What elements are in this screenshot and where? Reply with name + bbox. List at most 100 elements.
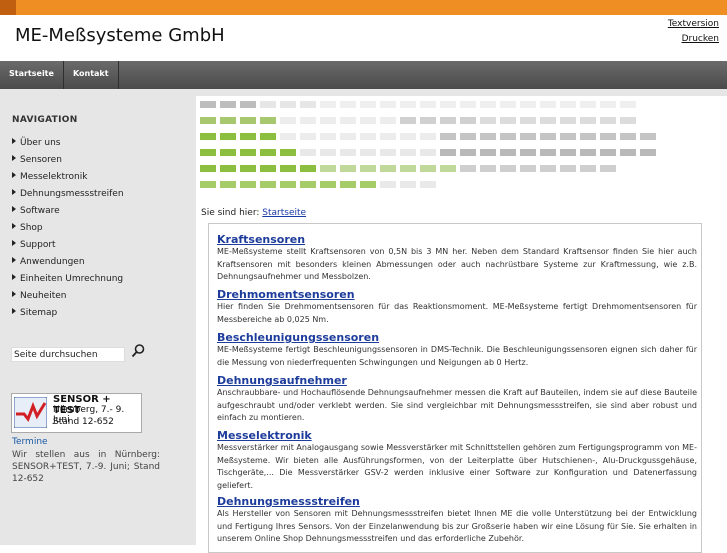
banner-tile (280, 133, 296, 140)
banner-tile (560, 133, 576, 140)
top-links: Textversion Drucken (668, 17, 719, 47)
banner-tile (520, 149, 536, 156)
banner-tile (600, 149, 616, 156)
section-title-link[interactable]: Dehnungsaufnehmer (217, 374, 697, 387)
banner-tile (320, 117, 336, 124)
section-title-link[interactable]: Messelektronik (217, 429, 697, 442)
banner-tile (220, 165, 236, 172)
sidebar-item-einheiten[interactable]: Einheiten Umrechnung (12, 273, 124, 290)
banner-tile (240, 181, 256, 188)
nav-kontakt[interactable]: Kontakt (64, 61, 119, 89)
banner-tile (440, 133, 456, 140)
section-dehnungsaufnehmer: Dehnungsaufnehmer Anschraubbare- und Hoc… (217, 374, 697, 425)
banner-tile (560, 117, 576, 124)
banner-tile (500, 117, 516, 124)
banner-tile (200, 117, 216, 124)
banner-tile (300, 165, 316, 172)
arrow-right-icon (12, 189, 16, 195)
sidebar-item-anwendungen[interactable]: Anwendungen (12, 256, 124, 273)
termine-text: Wir stellen aus in Nürnberg: SENSOR+TEST… (12, 450, 160, 484)
banner-tile (280, 101, 296, 108)
banner-tile (220, 133, 236, 140)
banner-tile (580, 165, 596, 172)
header: ME-Meßsysteme GmbH Textversion Drucken (0, 15, 727, 61)
textversion-link[interactable]: Textversion (668, 17, 719, 32)
banner-tile (240, 117, 256, 124)
section-beschleunigungssensoren: Beschleunigungssensoren ME-Meßsysteme fe… (217, 331, 697, 369)
event-banner[interactable]: SENSOR + TEST Nürnberg, 7.- 9. Juni Stan… (11, 393, 142, 433)
banner-tile (400, 149, 416, 156)
section-title-link[interactable]: Kraftsensoren (217, 233, 697, 246)
search-input[interactable]: Seite durchsuchen (11, 347, 125, 362)
banner-tile (360, 149, 376, 156)
arrow-right-icon (12, 155, 16, 161)
banner-tile (420, 149, 436, 156)
banner-tile (440, 149, 456, 156)
banner-tile (520, 133, 536, 140)
section-text: Hier finden Sie Drehmomentsensoren für d… (217, 302, 697, 324)
banner-tile (320, 101, 336, 108)
search-icon[interactable] (130, 343, 146, 359)
banner-tile (360, 117, 376, 124)
banner-tile (220, 149, 236, 156)
banner-tile (240, 149, 256, 156)
banner-tile (480, 117, 496, 124)
banner-tile (480, 101, 496, 108)
sidebar-item-ueber-uns[interactable]: Über uns (12, 137, 124, 154)
banner-tile (200, 133, 216, 140)
sidebar-item-support[interactable]: Support (12, 239, 124, 256)
banner-tile (440, 117, 456, 124)
sidebar-item-dehnungsmessstreifen[interactable]: Dehnungsmessstreifen (12, 188, 124, 205)
sidebar-item-neuheiten[interactable]: Neuheiten (12, 290, 124, 307)
section-title-link[interactable]: Dehnungsmessstreifen (217, 495, 697, 508)
banner-tile (380, 117, 396, 124)
nav-startseite[interactable]: Startseite (0, 61, 64, 89)
print-link[interactable]: Drucken (668, 32, 719, 47)
main-navbar: Startseite Kontakt (0, 61, 727, 89)
banner-tile (440, 101, 456, 108)
banner-tile (620, 149, 636, 156)
banner-tile (640, 149, 656, 156)
banner-tile (260, 165, 276, 172)
banner-tile (540, 133, 556, 140)
banner-tile (620, 101, 636, 108)
banner-tile (600, 165, 616, 172)
banner-tile (320, 165, 336, 172)
banner-tile (460, 165, 476, 172)
section-title-link[interactable]: Beschleunigungssensoren (217, 331, 697, 344)
banner-tile (300, 181, 316, 188)
banner-tile (260, 101, 276, 108)
sidebar-item-sensoren[interactable]: Sensoren (12, 154, 124, 171)
arrow-right-icon (12, 291, 16, 297)
banner-tile (220, 117, 236, 124)
section-text: ME-Meßsysteme fertigt Beschleunigungssen… (217, 345, 697, 367)
banner-tile (420, 101, 436, 108)
sidebar-item-software[interactable]: Software (12, 205, 124, 222)
banner-tile (260, 133, 276, 140)
banner-tile (400, 117, 416, 124)
section-title-link[interactable]: Drehmomentsensoren (217, 288, 697, 301)
top-accent-tab (0, 0, 16, 15)
sidebar-item-shop[interactable]: Shop (12, 222, 124, 239)
banner-tile (460, 149, 476, 156)
sidebar-title: NAVIGATION (12, 115, 78, 125)
breadcrumb-link[interactable]: Startseite (262, 208, 306, 218)
banner-tile (460, 133, 476, 140)
banner-tile (580, 133, 596, 140)
banner-tile (480, 133, 496, 140)
arrow-right-icon (12, 274, 16, 280)
banner-tile (520, 101, 536, 108)
banner-tile (340, 117, 356, 124)
section-messelektronik: Messelektronik Messverstärker mit Analog… (217, 429, 697, 492)
termine-link[interactable]: Termine (12, 437, 48, 447)
banner-tile (240, 133, 256, 140)
banner-tile (500, 165, 516, 172)
banner-tile (200, 149, 216, 156)
navbar-underbar (0, 89, 727, 96)
sidebar-item-messelektronik[interactable]: Messelektronik (12, 171, 124, 188)
banner-tile (560, 149, 576, 156)
banner-tile (500, 133, 516, 140)
banner-tile (540, 149, 556, 156)
banner-tile (280, 117, 296, 124)
sidebar-item-sitemap[interactable]: Sitemap (12, 307, 124, 324)
